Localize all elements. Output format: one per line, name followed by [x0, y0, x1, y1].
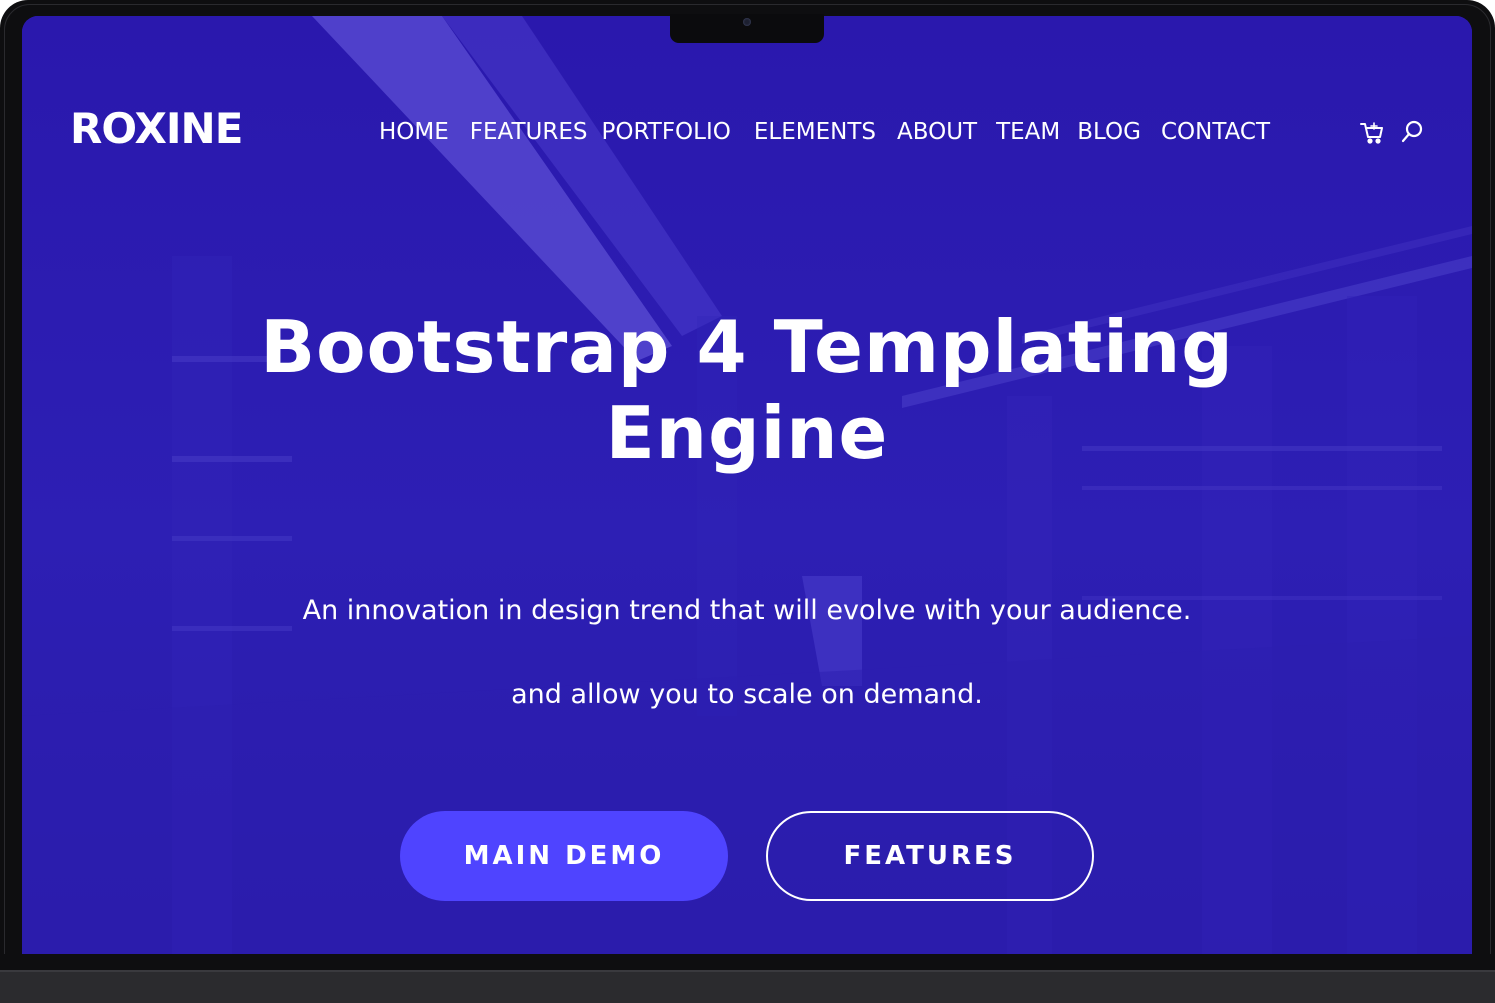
nav-item-portfolio[interactable]: PORTFOLIO — [602, 117, 731, 147]
hero-title: Bootstrap 4 Templating Engine — [22, 304, 1472, 476]
website-screen: ROXINE HOME FEATURES PORTFOLIO ELEMENTS … — [22, 16, 1472, 954]
hero-subtitle-line1: An innovation in design trend that will … — [302, 595, 1192, 626]
main-navigation: HOME FEATURES PORTFOLIO ELEMENTS ABOUT T… — [379, 117, 1270, 147]
main-demo-button[interactable]: MAIN DEMO — [400, 811, 728, 901]
nav-item-team[interactable]: TEAM — [996, 117, 1060, 147]
nav-item-about[interactable]: ABOUT — [897, 117, 977, 147]
nav-item-elements[interactable]: ELEMENTS — [754, 117, 876, 147]
hero-title-line1: Bootstrap 4 Templating — [260, 305, 1234, 389]
nav-item-blog[interactable]: BLOG — [1077, 117, 1141, 147]
hero-subtitle-line2: and allow you to scale on demand. — [511, 679, 983, 710]
features-button[interactable]: FEATURES — [766, 811, 1094, 901]
laptop-base — [0, 970, 1495, 1003]
screen-chin — [0, 954, 1495, 970]
laptop-frame: ROXINE HOME FEATURES PORTFOLIO ELEMENTS … — [0, 0, 1495, 1003]
webcam-icon — [743, 18, 751, 26]
nav-item-features[interactable]: FEATURES — [470, 117, 588, 147]
nav-item-contact[interactable]: CONTACT — [1161, 117, 1270, 147]
brand-logo[interactable]: ROXINE — [70, 104, 243, 154]
nav-item-home[interactable]: HOME — [379, 117, 449, 147]
hero-background-image — [22, 16, 1472, 954]
hero-title-line2: Engine — [605, 391, 889, 475]
search-icon[interactable] — [1399, 119, 1425, 145]
camera-notch — [670, 14, 824, 43]
cart-icon[interactable] — [1359, 119, 1385, 145]
